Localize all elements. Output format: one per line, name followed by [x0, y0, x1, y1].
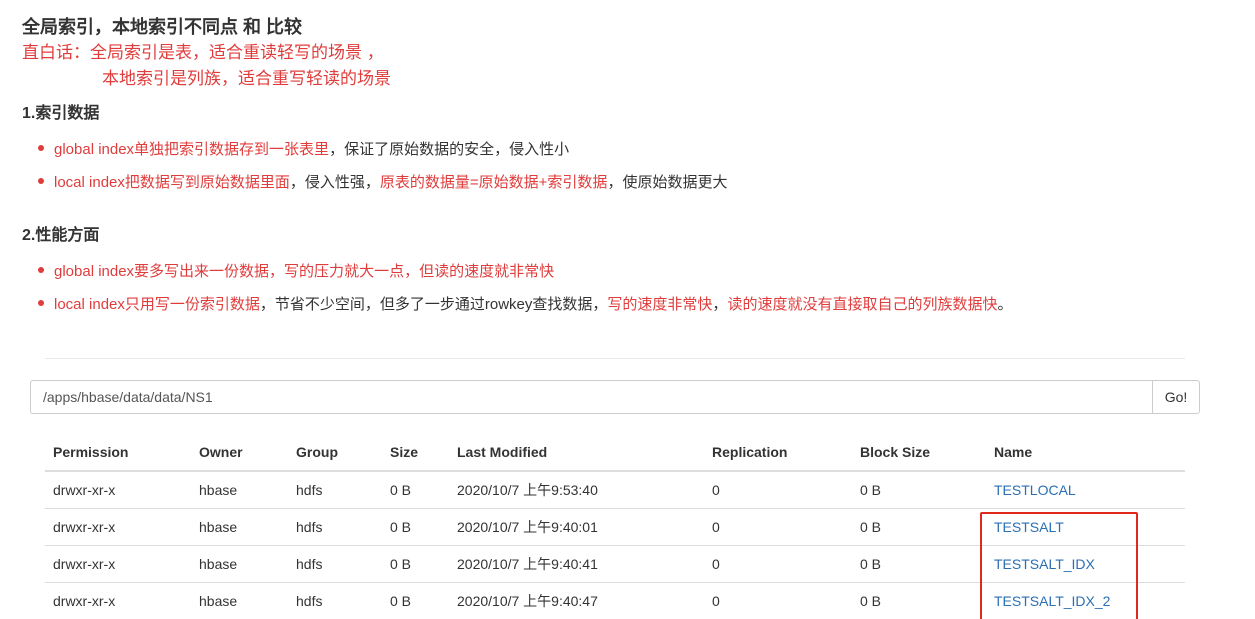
- cell-group: hdfs: [288, 544, 382, 582]
- cell-group: hdfs: [288, 581, 382, 619]
- cell-name: TESTSALT: [986, 507, 1185, 545]
- summary-line-1: 直白话：全局索引是表，适合重读轻写的场景 ，: [22, 43, 384, 62]
- cell-name: TESTLOCAL: [986, 470, 1185, 508]
- bullet-dot-icon: [38, 178, 44, 185]
- column-header-replication[interactable]: Replication: [704, 433, 852, 472]
- path-bar: Go!: [30, 380, 1200, 414]
- column-header-last-modified[interactable]: Last Modified: [449, 433, 704, 472]
- article-title: 全局索引，本地索引不同点 和 比较: [22, 17, 303, 37]
- cell-replication: 0: [704, 581, 852, 619]
- go-button[interactable]: Go!: [1152, 380, 1200, 414]
- file-table: Permission Owner Group Size Last Modifie…: [45, 433, 1185, 619]
- table-row: drwxr-xr-x hbase hdfs 0 B 2020/10/7 上午9:…: [45, 470, 1185, 508]
- cell-owner: hbase: [191, 581, 288, 619]
- cell-permission: drwxr-xr-x: [45, 581, 191, 619]
- cell-last-modified: 2020/10/7 上午9:40:01: [449, 507, 704, 545]
- cell-size: 0 B: [382, 544, 449, 582]
- cell-owner: hbase: [191, 470, 288, 508]
- bullet-global-index-data: global index单独把索引数据存到一张表里，保证了原始数据的安全，侵入性…: [38, 139, 569, 161]
- bullet-local-index-data: local index把数据写到原始数据里面，侵入性强，原表的数据量=原始数据+…: [38, 172, 727, 194]
- cell-replication: 0: [704, 544, 852, 582]
- section-heading-performance: 2.性能方面: [22, 227, 100, 244]
- section-heading-index-data: 1.索引数据: [22, 105, 100, 122]
- bullet-local-index-performance: local index只用写一份索引数据，节省不少空间，但多了一步通过rowke…: [38, 294, 1012, 316]
- directory-link[interactable]: TESTLOCAL: [994, 482, 1076, 498]
- cell-size: 0 B: [382, 470, 449, 508]
- cell-permission: drwxr-xr-x: [45, 544, 191, 582]
- column-header-permission[interactable]: Permission: [45, 433, 191, 472]
- article-header: 全局索引，本地索引不同点 和 比较 直白话：全局索引是表，适合重读轻写的场景 ，…: [22, 14, 1222, 92]
- bullet-dot-icon: [38, 145, 44, 152]
- column-header-size[interactable]: Size: [382, 433, 449, 472]
- directory-link[interactable]: TESTSALT_IDX: [994, 556, 1095, 572]
- cell-group: hdfs: [288, 470, 382, 508]
- bullet-global-index-performance: global index要多写出来一份数据，写的压力就大一点，但读的速度就非常快: [38, 261, 554, 283]
- cell-block-size: 0 B: [852, 507, 986, 545]
- cell-size: 0 B: [382, 581, 449, 619]
- cell-group: hdfs: [288, 507, 382, 545]
- table-header-row: Permission Owner Group Size Last Modifie…: [45, 433, 1185, 472]
- column-header-block-size[interactable]: Block Size: [852, 433, 986, 472]
- cell-last-modified: 2020/10/7 上午9:40:47: [449, 581, 704, 619]
- cell-block-size: 0 B: [852, 544, 986, 582]
- cell-permission: drwxr-xr-x: [45, 470, 191, 508]
- cell-name: TESTSALT_IDX: [986, 544, 1185, 582]
- section-divider: [45, 358, 1185, 359]
- column-header-owner[interactable]: Owner: [191, 433, 288, 472]
- cell-owner: hbase: [191, 507, 288, 545]
- bullet-dot-icon: [38, 300, 44, 307]
- bullet-dot-icon: [38, 267, 44, 274]
- cell-permission: drwxr-xr-x: [45, 507, 191, 545]
- cell-size: 0 B: [382, 507, 449, 545]
- directory-link[interactable]: TESTSALT_IDX_2: [994, 593, 1110, 609]
- table-row: drwxr-xr-x hbase hdfs 0 B 2020/10/7 上午9:…: [45, 507, 1185, 545]
- table-row: drwxr-xr-x hbase hdfs 0 B 2020/10/7 上午9:…: [45, 544, 1185, 582]
- summary-line-2: 本地索引是列族，适合重写轻读的场景: [102, 69, 391, 88]
- cell-last-modified: 2020/10/7 上午9:40:41: [449, 544, 704, 582]
- cell-block-size: 0 B: [852, 470, 986, 508]
- cell-owner: hbase: [191, 544, 288, 582]
- directory-link[interactable]: TESTSALT: [994, 519, 1064, 535]
- cell-last-modified: 2020/10/7 上午9:53:40: [449, 470, 704, 508]
- cell-replication: 0: [704, 470, 852, 508]
- cell-replication: 0: [704, 507, 852, 545]
- column-header-name[interactable]: Name: [986, 433, 1185, 472]
- cell-block-size: 0 B: [852, 581, 986, 619]
- cell-name: TESTSALT_IDX_2: [986, 581, 1185, 619]
- path-input[interactable]: [30, 380, 1152, 414]
- table-row: drwxr-xr-x hbase hdfs 0 B 2020/10/7 上午9:…: [45, 581, 1185, 619]
- column-header-group[interactable]: Group: [288, 433, 382, 472]
